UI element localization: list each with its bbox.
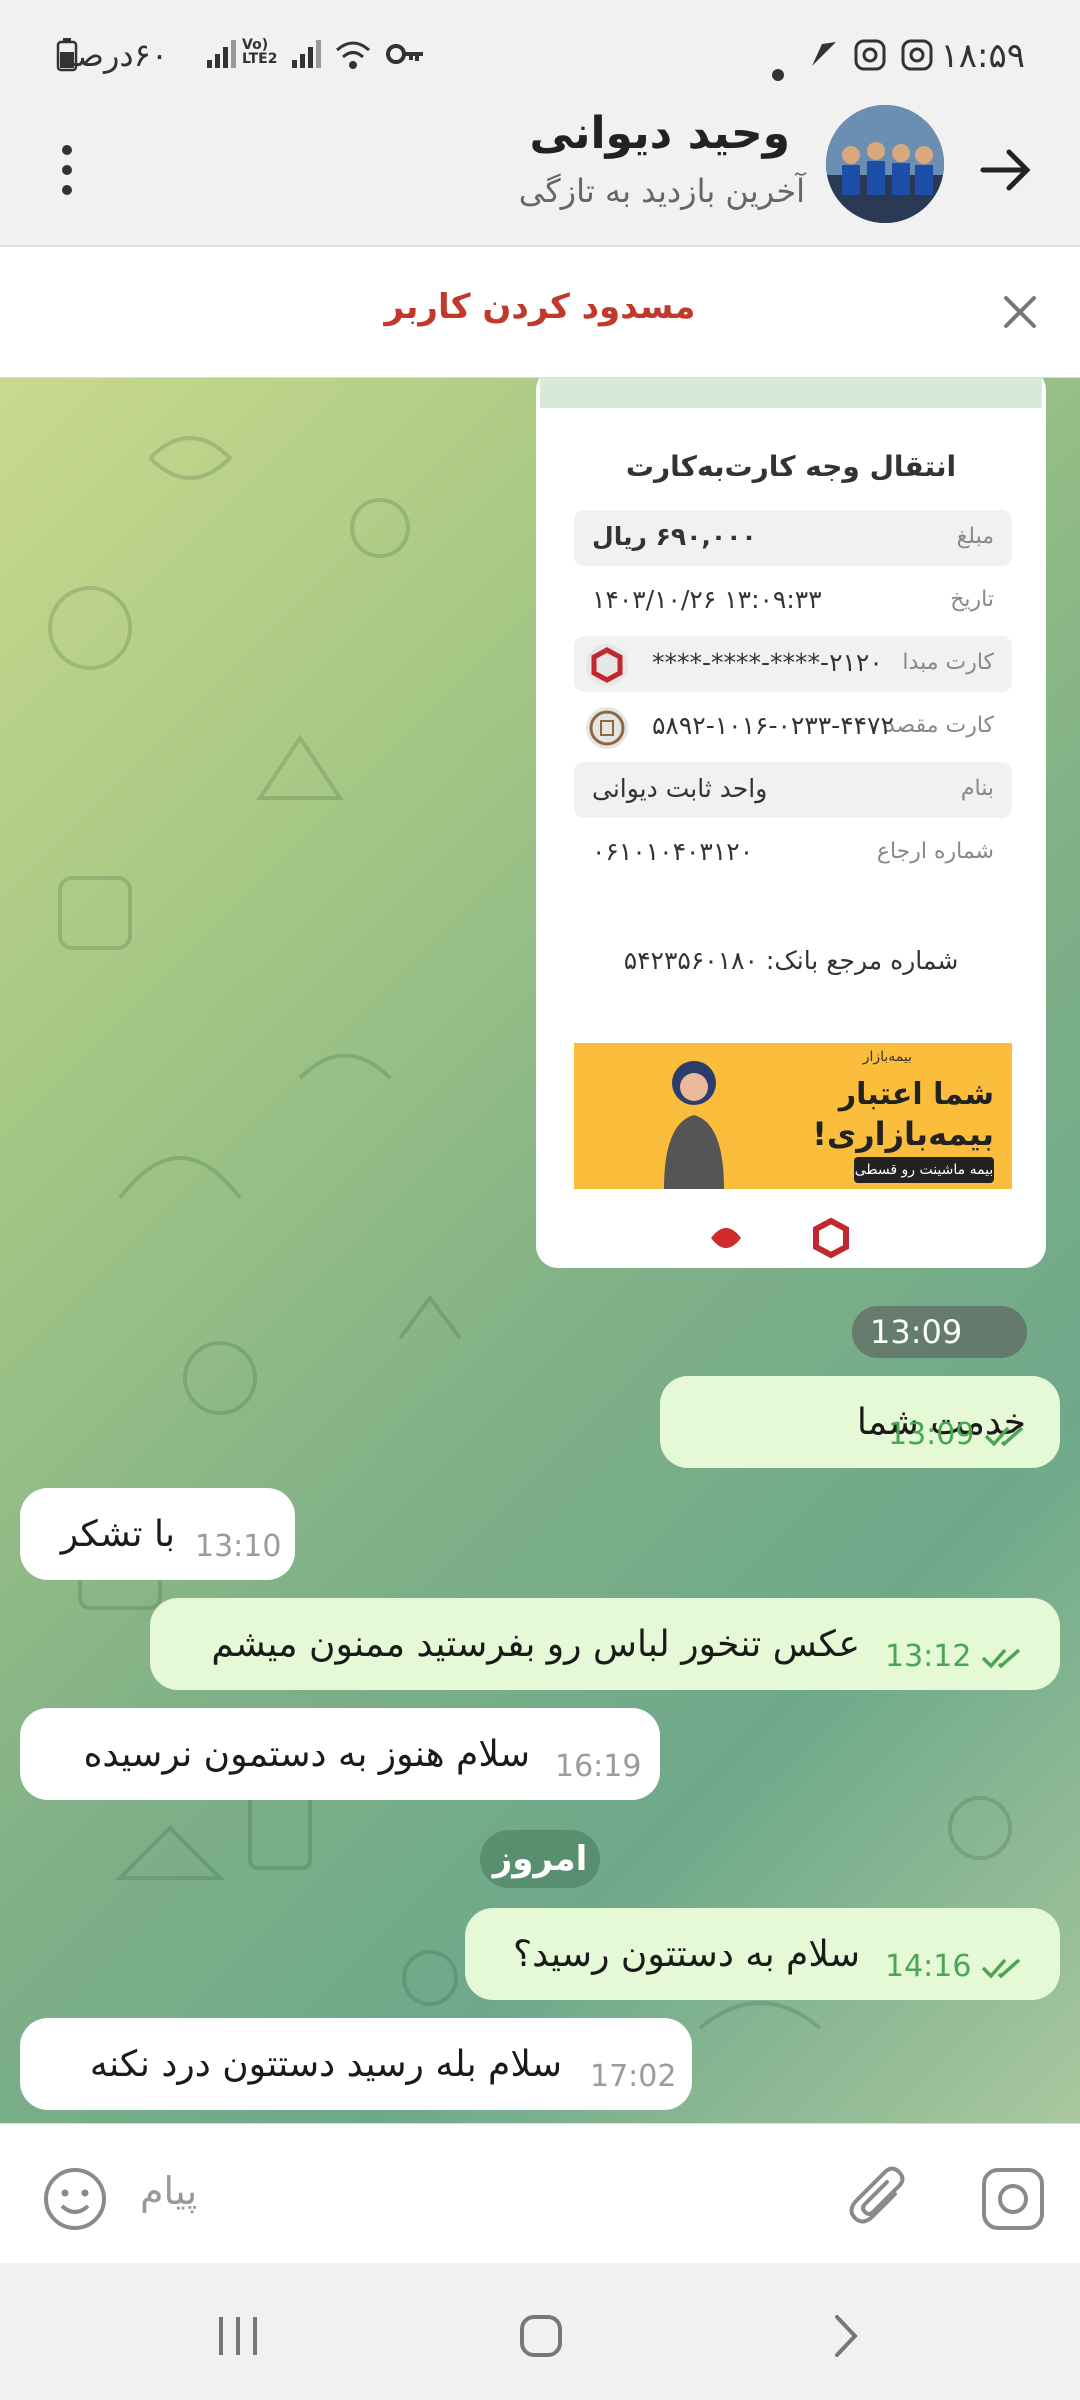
message-time: 17:02 (590, 2059, 677, 2094)
message-bubble-outgoing[interactable]: سلام به دستتون رسید؟ 14:16 (465, 1908, 1060, 2000)
asan-pardakht-logo-icon (701, 1213, 751, 1267)
receipt-row-value: ۰۶۱۰۱۰۴۰۳۱۲۰ (592, 837, 754, 866)
signal-icon-2 (205, 38, 239, 79)
receipt-row-value: ****-****-****-۲۱۲۰ (652, 648, 883, 677)
receipt-row-source-card: کارت مبدا ****-****-****-۲۱۲۰ (574, 636, 1012, 692)
signal-icon (290, 38, 324, 79)
message-bubble-incoming[interactable]: سلام بله رسید دستتون درد نکنه 17:02 (20, 2018, 692, 2110)
recent-apps-icon[interactable] (215, 2313, 261, 2363)
message-bubble-incoming[interactable]: با تشکر 13:10 (20, 1488, 295, 1580)
status-time: ۱۸:۵۹ (940, 36, 1025, 76)
message-input[interactable]: پیام (140, 2169, 197, 2213)
chat-area[interactable]: انتقال وجه کارت‌به‌کارت مبلغ ۶۹۰,۰۰۰ ریا… (0, 378, 1080, 2123)
receipt-row-key: کارت مبدا (902, 650, 994, 675)
ad-line-1: شما اعتبار (838, 1077, 994, 1112)
message-bubble-outgoing[interactable]: خدمت شما 13:09 (660, 1376, 1060, 1468)
message-time: 13:09 (888, 1417, 1030, 1452)
wifi-icon (333, 38, 373, 81)
receipt-timestamp: 13:09 (852, 1306, 1027, 1397)
message-time: 14:16 (885, 1949, 1027, 1984)
attach-icon[interactable] (845, 2164, 911, 2238)
message-text: سلام به دستتون رسید؟ (513, 1934, 860, 1975)
back-nav-icon[interactable] (823, 2313, 869, 2363)
app-notification-icon (808, 38, 840, 79)
volte-icon: Vo) LTE2 (242, 37, 278, 67)
instagram-notification-icon-2 (853, 38, 887, 81)
message-text: سلام بله رسید دستتون درد نکنه (89, 2044, 562, 2085)
last-seen-status: آخرین بازدید به تازگی (518, 172, 805, 210)
system-nav-bar (0, 2263, 1080, 2400)
receipt-success-banner (540, 378, 1042, 408)
avatar[interactable] (826, 105, 944, 223)
read-check-icon (982, 1648, 1021, 1669)
close-icon[interactable] (1000, 292, 1040, 332)
message-text: عکس تنخور لباس رو بفرستید ممنون میشم (211, 1624, 860, 1665)
ad-brand: بیمه‌بازار (862, 1049, 912, 1065)
receipt-title: انتقال وجه کارت‌به‌کارت (625, 450, 957, 483)
bank-logo-icon (806, 1213, 856, 1267)
message-input-bar: پیام (0, 2123, 1080, 2264)
contact-name[interactable]: وحید دیوانی (529, 108, 790, 159)
dot-icon (772, 50, 784, 90)
receipt-row-date: تاریخ ۱۴۰۳/۱۰/۲۶ ۱۳:۰۹:۳۳ (574, 573, 1012, 629)
message-bubble-outgoing[interactable]: عکس تنخور لباس رو بفرستید ممنون میشم 13:… (150, 1598, 1060, 1690)
message-time-value: 14:16 (885, 1949, 972, 1984)
read-check-icon (985, 1426, 1024, 1447)
message-time: 13:10 (195, 1529, 282, 1564)
receipt-ad-banner: بیمه‌بازار شما اعتبار بیمه‌بازاری! بیمه … (574, 1043, 1012, 1189)
receipt-row-value: ۵۸۹۲-۱۰۱۶-۰۲۳۳-۴۴۷۲ (652, 711, 894, 740)
message-text: با تشکر (60, 1514, 175, 1555)
ad-line-2: بیمه‌بازاری! (812, 1115, 994, 1153)
read-check-icon (982, 1958, 1021, 1979)
message-time: 16:19 (555, 1749, 642, 1784)
message-time: 13:09 (870, 1313, 963, 1351)
receipt-row-reference: شماره ارجاع ۰۶۱۰۱۰۴۰۳۱۲۰ (574, 825, 1012, 881)
home-icon[interactable] (518, 2313, 564, 2363)
source-bank-logo-icon (586, 644, 628, 686)
block-user-button[interactable]: مسدود کردن کاربر (0, 287, 1080, 327)
ad-button: بیمه ماشینت رو قسطی تمدید کن (854, 1157, 994, 1189)
receipt-row-dest-card: کارت مقصد ۵۸۹۲-۱۰۱۶-۰۲۳۳-۴۴۷۲ (574, 699, 1012, 755)
emoji-icon[interactable] (42, 2166, 108, 2236)
back-arrow-icon[interactable] (975, 140, 1035, 200)
receipt-row-key: تاریخ (950, 587, 994, 612)
receipt-row-key: کارت مقصد (884, 713, 994, 738)
chat-header: وحید دیوانی آخرین بازدید به تازگی (0, 100, 1080, 247)
receipt-row-name: بنام واحد ثابت دیوانی (574, 762, 1012, 818)
dest-bank-logo-icon (586, 707, 628, 749)
message-time-value: 13:12 (885, 1639, 972, 1674)
receipt-row-value: ۶۹۰,۰۰۰ ریال (592, 522, 757, 551)
battery-icon (56, 38, 78, 81)
receipt-image-message[interactable]: انتقال وجه کارت‌به‌کارت مبلغ ۶۹۰,۰۰۰ ریا… (536, 378, 1046, 1268)
message-bubble-incoming[interactable]: سلام هنوز به دستمون نرسیده 16:19 (20, 1708, 660, 1800)
camera-icon[interactable] (980, 2166, 1046, 2236)
date-separator: امروز (480, 1830, 600, 1888)
instagram-notification-icon (900, 38, 934, 81)
receipt-row-amount: مبلغ ۶۹۰,۰۰۰ ریال (574, 510, 1012, 566)
receipt-row-key: بنام (960, 776, 994, 801)
more-options-icon[interactable] (52, 140, 82, 200)
receipt-row-value: ۱۴۰۳/۱۰/۲۶ ۱۳:۰۹:۳۳ (592, 585, 822, 614)
receipt-row-key: مبلغ (956, 524, 994, 549)
message-time: 13:12 (885, 1639, 1027, 1674)
ad-person-illustration (664, 1061, 724, 1189)
message-time-value: 13:09 (888, 1417, 975, 1452)
receipt-row-value: واحد ثابت دیوانی (592, 774, 768, 803)
receipt-bank-reference: شماره مرجع بانک: ۵۴۲۳۵۶۰۱۸۰ (623, 946, 959, 975)
message-text: سلام هنوز به دستمون نرسیده (83, 1734, 530, 1775)
receipt-row-key: شماره ارجاع (876, 839, 994, 864)
block-user-bar: مسدود کردن کاربر (0, 247, 1080, 378)
vpn-key-icon (385, 38, 425, 78)
status-bar: ۱۸:۵۹ Vo) LTE2 ۶۰درصد (0, 0, 1080, 115)
